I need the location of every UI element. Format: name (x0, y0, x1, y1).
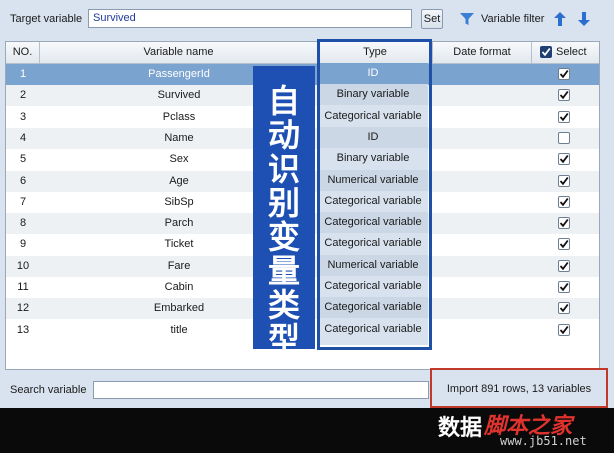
col-header-select: Select (532, 42, 599, 63)
row-number: 9 (19, 238, 27, 251)
row-number: 5 (19, 153, 27, 166)
search-variable-label: Search variable (10, 384, 87, 396)
select-checkbox[interactable] (558, 302, 570, 315)
row-number: 7 (19, 195, 27, 208)
date-format-cell (433, 298, 532, 319)
search-variable-input[interactable] (93, 381, 429, 399)
date-format-cell (433, 320, 532, 341)
select-checkbox[interactable] (558, 110, 570, 123)
arrow-up-icon[interactable] (554, 12, 566, 26)
col-header-no[interactable]: NO. (6, 42, 40, 63)
select-header-label: Select (556, 46, 587, 58)
select-checkbox[interactable] (558, 281, 570, 293)
select-checkbox[interactable] (558, 68, 570, 80)
select-checkbox[interactable] (558, 131, 570, 144)
date-format-cell (433, 256, 532, 277)
select-checkbox[interactable] (558, 323, 570, 336)
select-checkbox[interactable] (558, 238, 570, 251)
target-variable-label: Target variable (10, 13, 83, 25)
row-number: 8 (19, 217, 27, 230)
date-format-cell (433, 64, 532, 85)
select-checkbox[interactable] (558, 89, 570, 102)
date-format-cell (433, 107, 532, 128)
annotation-char: 识 (267, 150, 300, 188)
select-checkbox[interactable] (558, 153, 570, 166)
select-checkbox[interactable] (558, 217, 570, 230)
annotation-char: 动 (267, 116, 300, 154)
watermark-text: 数据 (438, 416, 483, 441)
select-all-checkbox[interactable] (540, 46, 552, 58)
col-header-date-format[interactable]: Date format (433, 42, 532, 63)
date-format-cell (433, 234, 532, 255)
type-column-outline (317, 39, 432, 350)
select-checkbox[interactable] (558, 195, 570, 208)
row-number: 3 (19, 110, 27, 123)
row-number: 10 (16, 259, 30, 272)
date-format-cell (433, 85, 532, 106)
annotation-char: 别 (267, 184, 300, 222)
variable-settings-panel: Target variable Survived Set Variable fi… (0, 0, 614, 408)
funnel-icon[interactable] (460, 13, 474, 25)
date-format-cell (433, 149, 532, 170)
date-format-cell (433, 192, 532, 213)
row-number: 12 (16, 302, 30, 315)
row-number: 6 (19, 174, 27, 187)
row-number: 13 (16, 323, 30, 336)
variable-filter-label[interactable]: Variable filter (481, 13, 544, 25)
col-header-variable-name[interactable]: Variable name (40, 42, 318, 63)
row-number: 4 (19, 131, 27, 144)
select-checkbox[interactable] (558, 174, 570, 187)
set-button[interactable]: Set (421, 9, 443, 29)
annotation-char: 变 (267, 218, 300, 256)
annotation-char: 自 (267, 82, 300, 120)
date-format-cell (433, 277, 532, 298)
annotation-char: 类 (267, 286, 300, 324)
toolbar: Target variable Survived Set Variable fi… (0, 0, 614, 38)
annotation-char: 型 (267, 320, 300, 358)
watermark-url: www.jb51.net (500, 434, 587, 448)
arrow-down-icon[interactable] (578, 12, 590, 26)
table-header: NO. Variable name Type Date format Selec… (6, 42, 599, 64)
annotation-char: 量 (267, 252, 300, 290)
date-format-cell (433, 171, 532, 192)
row-number: 11 (17, 281, 29, 293)
select-checkbox[interactable] (558, 259, 570, 272)
row-number: 2 (19, 89, 27, 102)
date-format-cell (433, 213, 532, 234)
annotation-text: 自动识别变量类型 (253, 66, 315, 356)
annotation-banner: 自动识别变量类型 (253, 66, 315, 356)
import-status: Import 891 rows, 13 variables (430, 368, 608, 408)
target-variable-input[interactable]: Survived (88, 9, 412, 28)
date-format-cell (433, 128, 532, 149)
row-number: 1 (19, 68, 27, 80)
